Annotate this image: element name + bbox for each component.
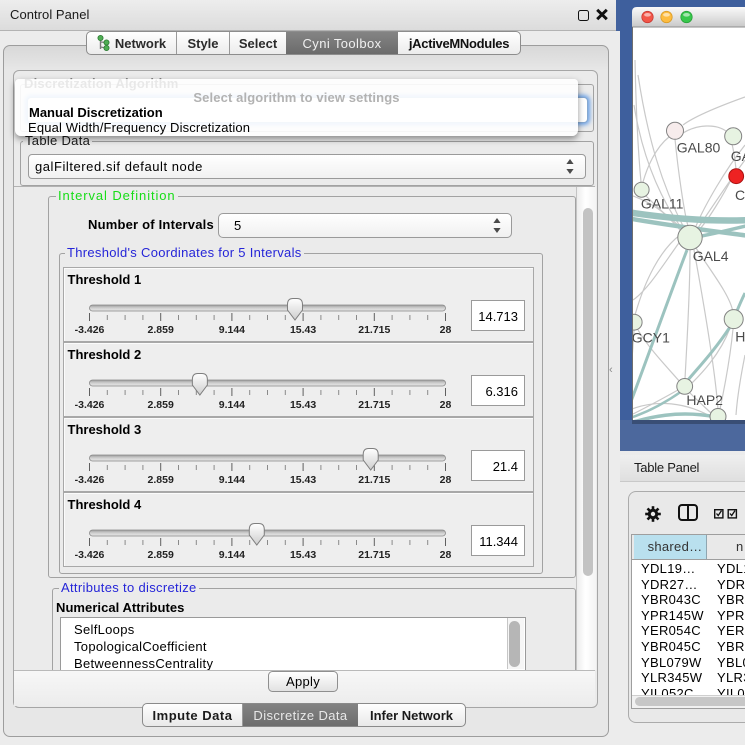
svg-text:28: 28 bbox=[440, 474, 452, 486]
svg-text:2.859: 2.859 bbox=[148, 324, 174, 336]
svg-text:C: C bbox=[735, 187, 745, 203]
svg-text:HAP2: HAP2 bbox=[686, 392, 723, 408]
svg-text:GAL80: GAL80 bbox=[677, 140, 721, 156]
svg-text:21.715: 21.715 bbox=[358, 324, 390, 336]
svg-text:15.43: 15.43 bbox=[290, 399, 316, 411]
svg-text:-3.426: -3.426 bbox=[75, 324, 105, 336]
svg-text:21.715: 21.715 bbox=[358, 399, 390, 411]
svg-text:H: H bbox=[735, 329, 745, 345]
svg-text:9.144: 9.144 bbox=[219, 399, 245, 411]
svg-text:GCY1: GCY1 bbox=[632, 330, 670, 346]
svg-text:2.859: 2.859 bbox=[148, 549, 174, 561]
svg-text:21.715: 21.715 bbox=[358, 474, 390, 486]
svg-text:GAL11: GAL11 bbox=[641, 196, 684, 212]
svg-text:9.144: 9.144 bbox=[219, 549, 245, 561]
svg-text:15.43: 15.43 bbox=[290, 549, 316, 561]
svg-text:-3.426: -3.426 bbox=[75, 474, 105, 486]
svg-text:9.144: 9.144 bbox=[219, 324, 245, 336]
svg-text:28: 28 bbox=[440, 324, 452, 336]
svg-text:28: 28 bbox=[440, 549, 452, 561]
svg-text:15.43: 15.43 bbox=[290, 324, 316, 336]
svg-text:GAL: GAL bbox=[731, 148, 745, 164]
svg-text:2.859: 2.859 bbox=[148, 474, 174, 486]
svg-text:28: 28 bbox=[440, 399, 452, 411]
svg-text:21.715: 21.715 bbox=[358, 549, 390, 561]
svg-text:15.43: 15.43 bbox=[290, 474, 316, 486]
svg-text:9.144: 9.144 bbox=[219, 474, 245, 486]
svg-text:-3.426: -3.426 bbox=[75, 549, 105, 561]
svg-text:-3.426: -3.426 bbox=[75, 399, 105, 411]
svg-text:2.859: 2.859 bbox=[148, 399, 174, 411]
svg-text:GAL4: GAL4 bbox=[693, 248, 729, 264]
